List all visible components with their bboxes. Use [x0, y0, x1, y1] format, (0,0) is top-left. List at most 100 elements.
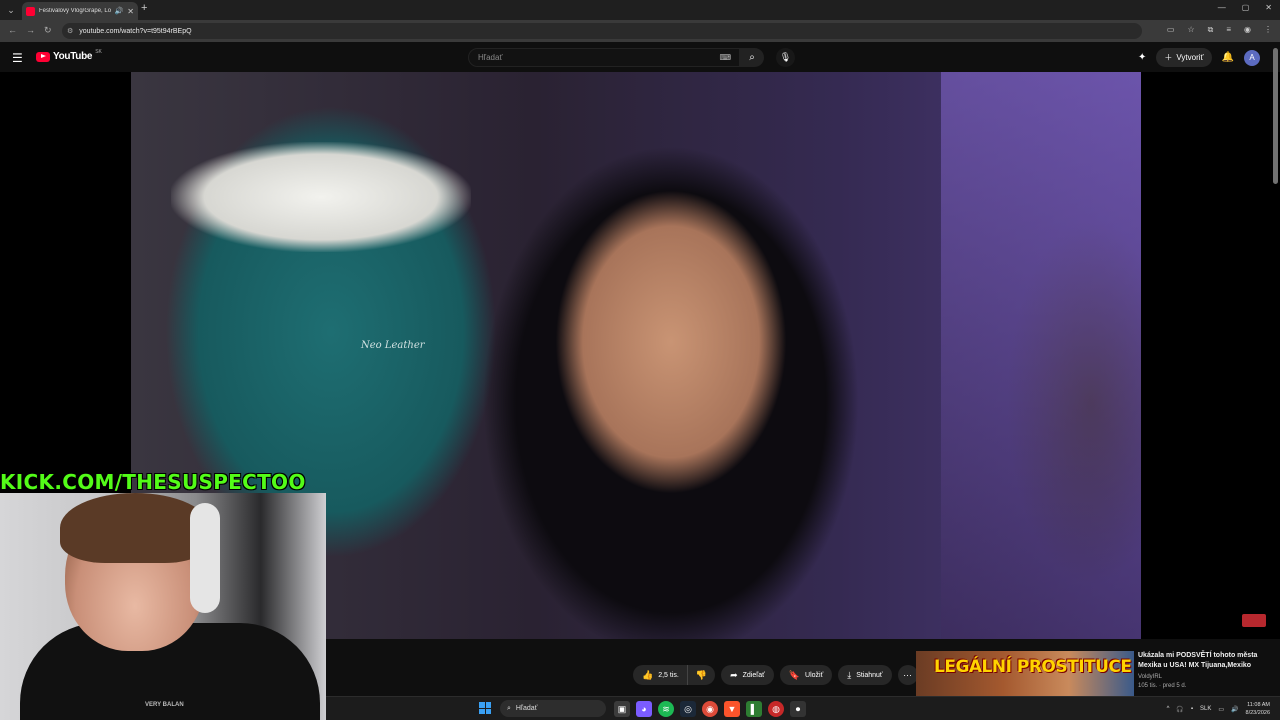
voice-search-mic-icon[interactable]: 🎙	[776, 48, 795, 67]
more-actions-button[interactable]: ···	[897, 665, 918, 685]
like-button[interactable]: 👍 2,5 tis.	[633, 665, 687, 685]
forward-icon[interactable]: →	[26, 25, 35, 35]
profile-icon[interactable]: ◉	[1244, 25, 1251, 35]
thumbs-up-icon: 👍	[642, 669, 654, 680]
header-right-actions: ✦ ＋ Vytvoriť 🔔 A	[1138, 48, 1260, 67]
share-arrow-icon: ➦	[730, 669, 738, 680]
language-indicator[interactable]: SLK	[1200, 706, 1211, 712]
taskbar-apps: ▣ ◕ ≋ ◎ ◉ ▼ ▌ ◍ ⏺	[614, 701, 806, 717]
url-field[interactable]: ⚙ youtube.com/watch?v=t95t94rBEpQ	[62, 23, 1142, 39]
taskbar-search-icon: ⌕	[507, 704, 511, 712]
youtube-play-icon	[36, 51, 50, 62]
clock-date: 8/23/2026	[1245, 710, 1270, 716]
keyboard-icon[interactable]: ⌨	[719, 53, 731, 62]
youtube-logo[interactable]: YouTube SK	[36, 48, 102, 62]
share-label: Zdieľať	[742, 671, 765, 679]
volume-icon[interactable]: 🔊	[1231, 706, 1238, 713]
country-code: SK	[95, 48, 102, 55]
recommended-thumbnail[interactable]: LEGÁLNÍ PROSTITUCE	[916, 651, 1134, 696]
like-count: 2,5 tis.	[658, 671, 679, 679]
tab-title: Festivalový Vlog/Grape, Lo	[39, 8, 111, 14]
brave-icon[interactable]: ▼	[724, 701, 740, 717]
create-label: Vytvoriť	[1176, 53, 1204, 62]
bookmark-icon: 🔖	[788, 669, 801, 680]
search-input[interactable]: Hľadať ⌨	[468, 48, 740, 67]
extensions-icon[interactable]: ⧉	[1208, 25, 1214, 35]
webcam-headset	[190, 503, 220, 613]
windows-taskbar: ⌕ Hľadať ▣ ◕ ≋ ◎ ◉ ▼ ▌ ◍ ⏺ ^ 🎧 ▪ SLK ▭ 🔊…	[326, 696, 1280, 720]
tray-app-icon[interactable]: ▪	[1191, 706, 1193, 712]
dislike-button[interactable]: 👎	[686, 665, 716, 685]
more-dots-icon: ···	[903, 670, 913, 680]
thumbnail-text: LEGÁLNÍ PROSTITUCE	[934, 657, 1132, 677]
url-text: youtube.com/watch?v=t95t94rBEpQ	[79, 27, 192, 35]
chrome-icon[interactable]: ◉	[702, 701, 718, 717]
taskbar-search-label: Hľadať	[515, 705, 538, 712]
video-shirt-text: Neo Leather	[361, 340, 425, 351]
new-tab-button[interactable]: +	[141, 2, 147, 14]
recommended-title[interactable]: Ukázala mi PODSVĚTÍ tohoto města Mexika …	[1138, 651, 1266, 671]
youtube-favicon-icon	[26, 6, 35, 16]
save-label: Uložiť	[805, 671, 824, 679]
browser-app-icon[interactable]: ◍	[768, 701, 784, 717]
browser-menu-icon[interactable]: ⋮	[1264, 25, 1272, 35]
site-info-icon[interactable]: ⚙	[67, 27, 73, 35]
webcam-hair	[60, 493, 210, 563]
address-bar-row: ← → ↻ ⚙ youtube.com/watch?v=t95t94rBEpQ …	[0, 20, 1280, 42]
close-tab-icon[interactable]: ✕	[127, 7, 134, 16]
media-icon[interactable]: ≡	[1226, 25, 1231, 35]
share-button[interactable]: ➦ Zdieľať	[721, 665, 774, 685]
close-window-icon[interactable]: ✕	[1265, 3, 1272, 12]
browser-tab[interactable]: Festivalový Vlog/Grape, Lo 🔊 ✕	[22, 2, 138, 20]
bookmark-star-icon[interactable]: ☆	[1187, 25, 1194, 35]
create-button[interactable]: ＋ Vytvoriť	[1156, 48, 1212, 67]
back-icon[interactable]: ←	[8, 25, 17, 35]
obs-icon[interactable]: ⏺	[790, 701, 806, 717]
plus-icon: ＋	[1164, 53, 1173, 62]
recommended-channel[interactable]: VoldyIRL	[1138, 674, 1162, 680]
taskbar-search[interactable]: ⌕ Hľadať	[500, 700, 606, 717]
task-view-icon[interactable]: ▣	[614, 701, 630, 717]
video-frame-background-light	[941, 72, 1141, 639]
system-tray: ^ 🎧 ▪ SLK ▭ 🔊 11:08 AM 8/23/2026	[1167, 701, 1270, 717]
account-avatar[interactable]: A	[1244, 49, 1260, 66]
recommended-meta: 105 tis. · pred 5 d.	[1138, 683, 1187, 689]
tab-search-icon[interactable]: ⌄	[4, 3, 18, 17]
tray-chevron-icon[interactable]: ^	[1167, 706, 1170, 712]
recommended-video[interactable]: LEGÁLNÍ PROSTITUCE Ukázala mi PODSVĚTÍ t…	[916, 651, 1266, 696]
browser-tab-bar: ⌄ Festivalový Vlog/Grape, Lo 🔊 ✕ + — ▢ ✕	[0, 0, 1280, 20]
window-controls: — ▢ ✕	[1218, 3, 1272, 12]
search-button[interactable]: ⌕	[740, 48, 764, 67]
spotify-icon[interactable]: ≋	[658, 701, 674, 717]
minimize-icon[interactable]: —	[1218, 3, 1226, 12]
kick-url-banner: KICK.COM/THESUSPECTOO	[0, 471, 306, 493]
hamburger-menu-icon[interactable]: ☰	[12, 51, 23, 65]
search-placeholder: Hľadať	[478, 53, 503, 62]
maximize-icon[interactable]: ▢	[1242, 3, 1250, 12]
network-icon[interactable]: ▭	[1218, 706, 1224, 713]
youtube-logo-text: YouTube	[53, 51, 93, 62]
clock[interactable]: 11:08 AM 8/23/2026	[1246, 701, 1270, 717]
channel-watermark-icon[interactable]	[1242, 614, 1266, 627]
youtube-header: ☰ YouTube SK Hľadať ⌨ ⌕ 🎙 ✦ ＋ Vytvoriť 🔔…	[0, 42, 1280, 72]
windows-start-icon[interactable]	[479, 702, 491, 714]
download-button[interactable]: ⤓ Stiahnuť	[838, 665, 892, 685]
discord-icon[interactable]: ◕	[636, 701, 652, 717]
ai-sparkle-icon[interactable]: ✦	[1138, 52, 1146, 63]
download-icon: ⤓	[847, 669, 852, 680]
steam-icon[interactable]: ◎	[680, 701, 696, 717]
cast-icon[interactable]: ▭	[1167, 25, 1175, 35]
save-button[interactable]: 🔖 Uložiť	[779, 665, 833, 685]
headset-icon[interactable]: 🎧	[1176, 706, 1183, 713]
video-frame-collar	[171, 142, 471, 252]
files-app-icon[interactable]: ▌	[746, 701, 762, 717]
reload-icon[interactable]: ↻	[44, 25, 52, 36]
scrollbar-thumb[interactable]	[1273, 48, 1278, 184]
streamer-webcam: VERY BALAN	[0, 493, 326, 720]
page-scrollbar[interactable]	[1273, 48, 1278, 696]
video-actions: 👍 2,5 tis. 👎 ➦ Zdieľať 🔖 Uložiť ⤓ Stiahn…	[633, 665, 918, 685]
thumbs-down-icon: 👎	[695, 669, 708, 680]
speaker-icon[interactable]: 🔊	[115, 7, 124, 15]
download-label: Stiahnuť	[856, 671, 883, 679]
notifications-bell-icon[interactable]: 🔔	[1222, 52, 1234, 63]
